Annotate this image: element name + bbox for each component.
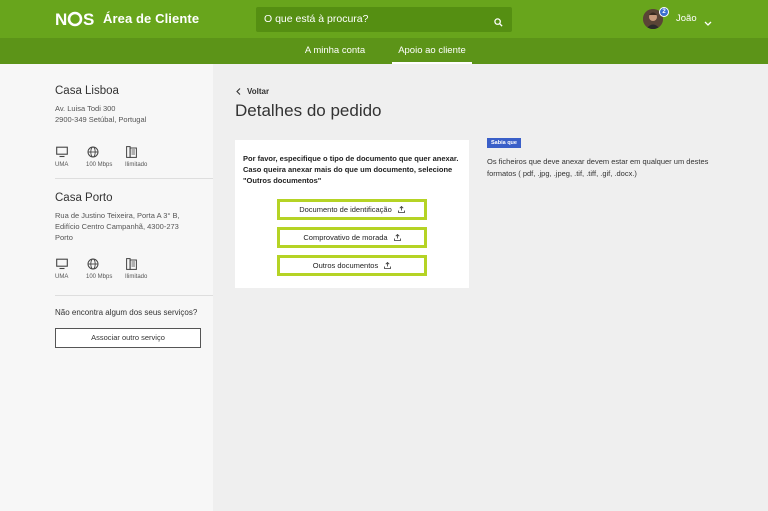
- search-input[interactable]: O que está à procura?: [264, 13, 368, 25]
- phone-icon: [126, 258, 137, 270]
- proof-of-address-button[interactable]: Comprovativo de morada: [277, 227, 427, 248]
- tip-text: Os ficheiros que deve anexar devem estar…: [487, 157, 709, 178]
- service-tv: UMA: [55, 258, 85, 280]
- user-name[interactable]: João: [676, 13, 697, 24]
- search-icon[interactable]: [494, 14, 503, 32]
- service-phone: Ilimitado: [125, 258, 155, 280]
- service-internet: 100 Mbps: [86, 146, 124, 168]
- tv-icon: [56, 146, 68, 158]
- house-card-lisboa[interactable]: Casa Lisboa Av. Luisa Todi 300 2900-349 …: [55, 85, 215, 125]
- divider: [55, 178, 213, 179]
- chevron-down-icon[interactable]: [704, 14, 712, 32]
- search-bar[interactable]: O que está à procura?: [256, 7, 512, 32]
- associate-service-button[interactable]: Associar outro serviço: [55, 328, 201, 348]
- page-title: Detalhes do pedido: [235, 101, 382, 120]
- service-tv: UMA: [55, 146, 85, 168]
- missing-services-text: Não encontra algum dos seus serviços?: [55, 308, 198, 317]
- services-lisboa: UMA 100 Mbps Ilimitado: [55, 146, 156, 168]
- services-porto: UMA 100 Mbps Ilimitado: [55, 258, 156, 280]
- id-document-button[interactable]: Documento de identificação: [277, 199, 427, 220]
- nos-logo[interactable]: N S: [55, 10, 95, 28]
- service-phone: Ilimitado: [125, 146, 155, 168]
- svg-text:S: S: [83, 10, 94, 28]
- house-card-porto[interactable]: Casa Porto Rua de Justino Teixeira, Port…: [55, 192, 215, 243]
- divider: [55, 295, 213, 296]
- globe-icon: [87, 146, 99, 158]
- service-internet: 100 Mbps: [86, 258, 124, 280]
- back-link[interactable]: Voltar: [236, 87, 269, 96]
- document-type-card: Por favor, especifique o tipo de documen…: [235, 140, 469, 288]
- tv-icon: [56, 258, 68, 270]
- phone-icon: [126, 146, 137, 158]
- house-name: Casa Porto: [55, 192, 113, 204]
- upload-icon: [393, 234, 401, 241]
- upload-icon: [397, 206, 405, 213]
- tab-my-account[interactable]: A minha conta: [298, 38, 372, 64]
- sidebar: Casa Lisboa Av. Luisa Todi 300 2900-349 …: [0, 64, 213, 511]
- back-label: Voltar: [247, 87, 270, 96]
- globe-icon: [87, 258, 99, 270]
- instructions-text: Por favor, especifique o tipo de documen…: [243, 154, 459, 185]
- tip-badge: Sabia que: [487, 138, 521, 148]
- sub-navigation: A minha conta Apoio ao cliente: [0, 38, 768, 64]
- top-bar: N S Área de Cliente O que está à procura…: [0, 0, 768, 38]
- upload-icon: [384, 262, 392, 269]
- other-documents-button[interactable]: Outros documentos: [277, 255, 427, 276]
- area-title: Área de Cliente: [103, 11, 200, 26]
- house-name: Casa Lisboa: [55, 85, 119, 97]
- house-address: Rua de Justino Teixeira, Porta A 3° B, E…: [55, 211, 180, 242]
- tab-customer-support[interactable]: Apoio ao cliente: [392, 38, 472, 64]
- chevron-left-icon: [236, 88, 241, 95]
- svg-text:N: N: [55, 10, 68, 28]
- notification-badge[interactable]: 2: [659, 7, 669, 17]
- house-address: Av. Luisa Todi 300 2900-349 Setúbal, Por…: [55, 104, 147, 124]
